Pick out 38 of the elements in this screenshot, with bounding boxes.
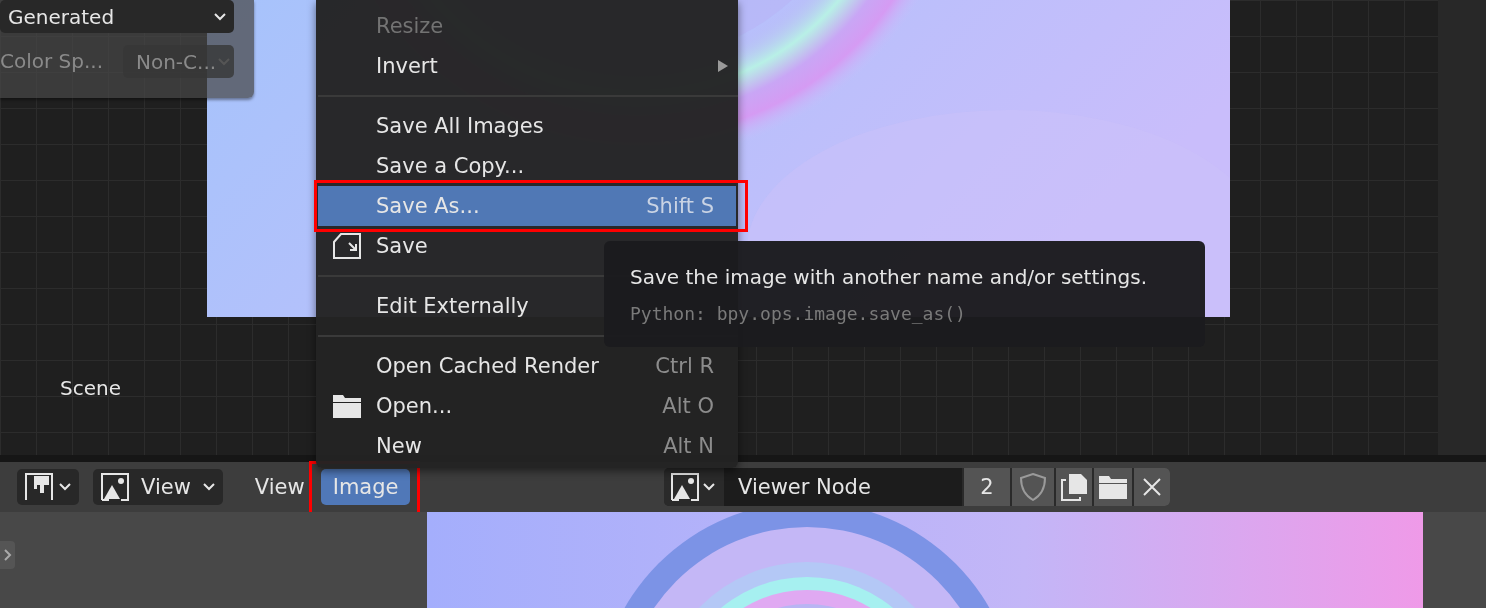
- copy-icon: [1060, 473, 1088, 501]
- menu-item[interactable]: Open Cached Render Ctrl R: [318, 351, 736, 381]
- unlink-button[interactable]: [1134, 468, 1170, 506]
- duplicate-button[interactable]: [1056, 468, 1092, 506]
- chevron-icon: [703, 483, 715, 491]
- header-menu[interactable]: View: [242, 469, 317, 505]
- folder-icon: [332, 393, 362, 419]
- editor-type-button[interactable]: [17, 469, 79, 505]
- paint-icon: [25, 473, 53, 501]
- image-icon: [101, 473, 129, 501]
- submenu-arrow-icon: [718, 60, 728, 72]
- tooltip-python-path: Python: bpy.ops.image.save_as(): [630, 303, 967, 324]
- sidebar-toggle[interactable]: [0, 541, 15, 569]
- color-space-label: Color Sp...: [0, 49, 104, 73]
- menu-item[interactable]: Save All Images: [318, 111, 736, 141]
- open-image-button[interactable]: [1094, 468, 1132, 506]
- menu-item[interactable]: New Alt N: [318, 431, 736, 461]
- menu-item[interactable]: Save a Copy...: [318, 151, 736, 181]
- fake-user-button[interactable]: [1012, 468, 1054, 506]
- user-count-button[interactable]: 2: [964, 468, 1010, 506]
- chevron-icon: [59, 483, 71, 491]
- close-icon: [1143, 478, 1161, 496]
- chevron-icon: [202, 483, 215, 491]
- image-icon: [671, 473, 699, 501]
- scene-label: Scene: [60, 376, 121, 400]
- view-mode-dropdown[interactable]: View: [93, 469, 223, 505]
- menu-item[interactable]: Invert: [318, 51, 736, 81]
- chevron-right-icon: [3, 549, 12, 561]
- image-name-field[interactable]: Viewer Node: [724, 468, 962, 506]
- header-menu[interactable]: Image: [320, 469, 411, 505]
- source-dropdown[interactable]: Generated: [0, 0, 234, 33]
- shield-icon: [1020, 473, 1046, 501]
- folder-icon: [1098, 474, 1128, 500]
- tooltip-description: Save the image with another name and/or settings.: [630, 265, 1148, 289]
- menu-item[interactable]: Save As... Shift S: [318, 186, 736, 226]
- menu-item[interactable]: Open... Alt O: [318, 391, 736, 421]
- chevron-icon: [214, 12, 226, 21]
- save-icon: [332, 233, 362, 259]
